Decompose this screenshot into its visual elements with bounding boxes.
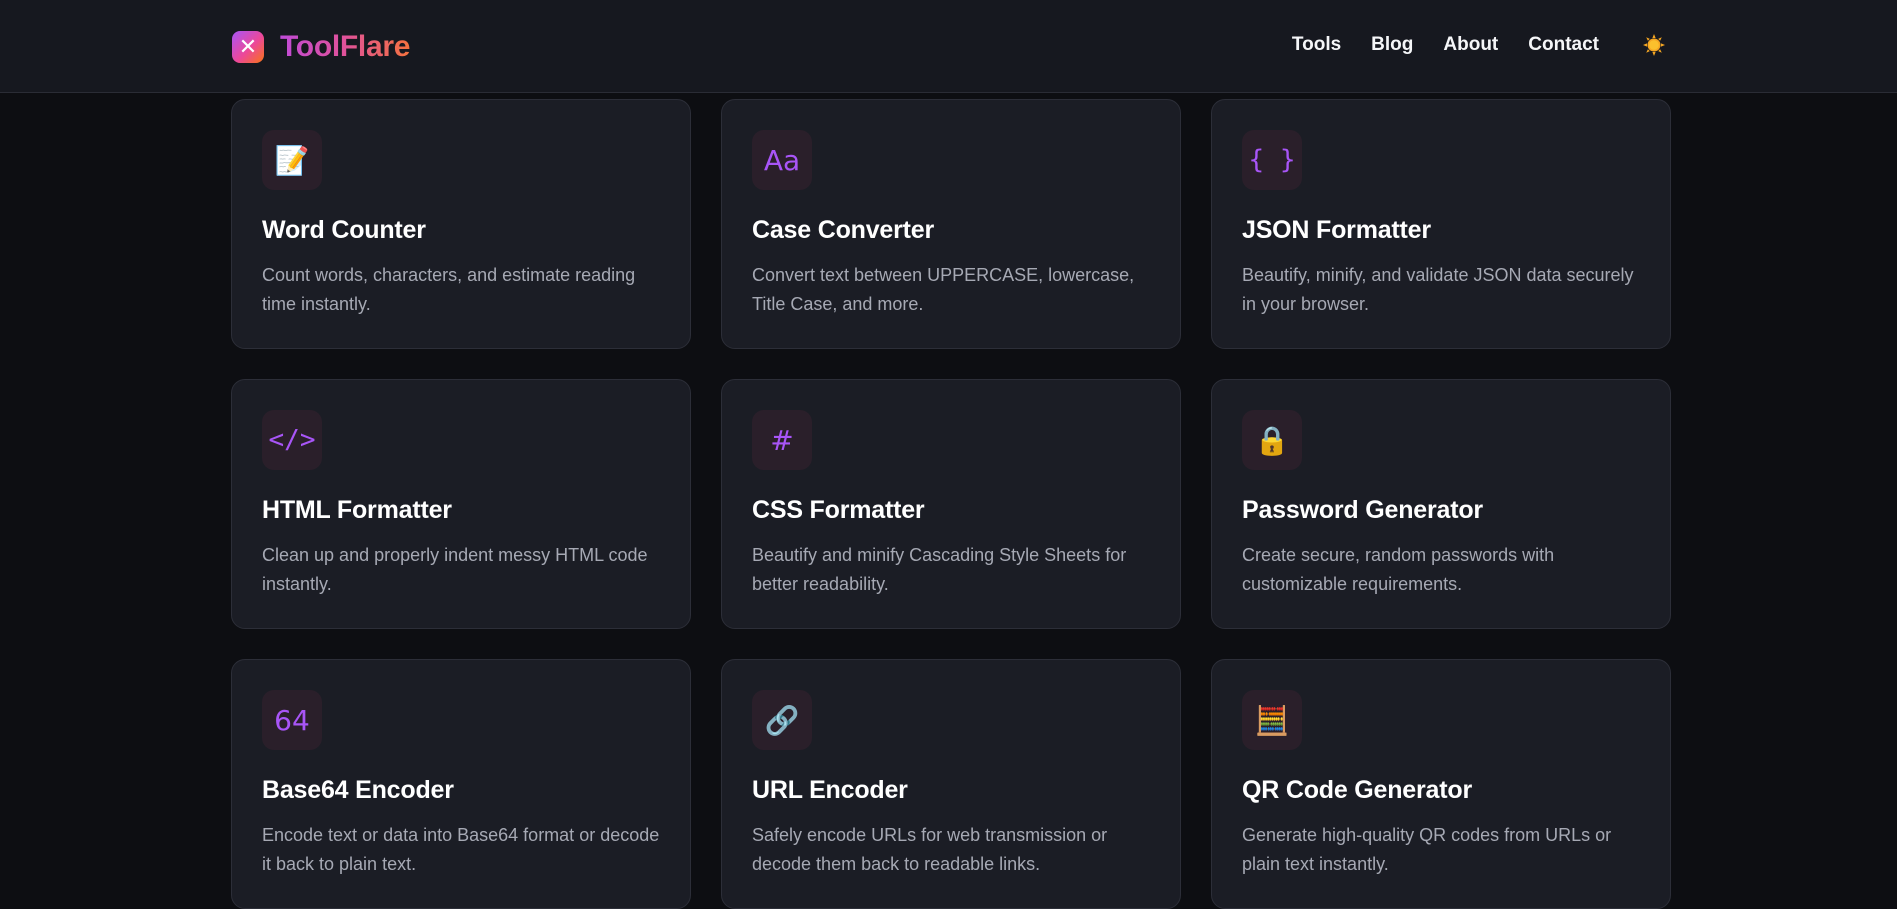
tool-card-title: Case Converter [752,216,935,244]
theme-toggle-button[interactable] [1641,32,1667,58]
tools-grid: 📝 Word Counter Count words, characters, … [231,99,1671,909]
nav-item-blog[interactable]: Blog [1371,34,1413,56]
tool-card-base64-encoder[interactable]: 64 Base64 Encoder Encode text or data in… [231,659,691,909]
tool-card-title: URL Encoder [752,776,908,804]
tool-card-title: QR Code Generator [1242,776,1472,804]
site-header: ✕ ToolFlare Tools Blog About Contact [0,0,1897,93]
tool-card-description: Beautify, minify, and validate JSON data… [1242,265,1634,314]
tool-card-title: Password Generator [1242,496,1483,524]
tool-card-title: HTML Formatter [262,496,452,524]
nav-item-about[interactable]: About [1443,34,1498,56]
tool-card-description: Clean up and properly indent messy HTML … [262,545,648,594]
brand-name: ToolFlare [280,30,411,63]
sun-icon [1643,34,1665,56]
memo-icon: 📝 [262,130,322,190]
tool-card-css-formatter[interactable]: # CSS Formatter Beautify and minify Casc… [721,379,1181,629]
hash-icon: # [752,410,812,470]
tool-card-title: CSS Formatter [752,496,925,524]
text-case-icon: Aa [752,130,812,190]
tool-card-title: Base64 Encoder [262,776,454,804]
tool-card-description: Encode text or data into Base64 format o… [262,825,660,874]
nav-item-contact[interactable]: Contact [1528,34,1599,56]
braces-icon: { } [1242,130,1302,190]
lock-icon: 🔒 [1242,410,1302,470]
tool-card-qr-code-generator[interactable]: 🧮 QR Code Generator Generate high-qualit… [1211,659,1671,909]
tool-card-title: JSON Formatter [1242,216,1431,244]
tool-card-description: Convert text between UPPERCASE, lowercas… [752,265,1135,314]
tool-card-html-formatter[interactable]: </> HTML Formatter Clean up and properly… [231,379,691,629]
main-nav: Tools Blog About Contact [1262,32,1667,58]
link-icon: 🔗 [752,690,812,750]
tool-card-description: Beautify and minify Cascading Style Shee… [752,545,1127,594]
tool-card-description: Safely encode URLs for web transmission … [752,825,1108,874]
brand-logo-link[interactable]: ✕ ToolFlare [232,30,410,64]
qr-code-icon: 🧮 [1242,690,1302,750]
base64-icon: 64 [262,690,322,750]
code-tag-icon: </> [262,410,322,470]
tool-card-url-encoder[interactable]: 🔗 URL Encoder Safely encode URLs for web… [721,659,1181,909]
nav-item-tools[interactable]: Tools [1292,34,1341,56]
tool-card-title: Word Counter [262,216,426,244]
tool-card-case-converter[interactable]: Aa Case Converter Convert text between U… [721,99,1181,349]
tool-card-description: Generate high-quality QR codes from URLs… [1242,825,1612,874]
tool-card-description: Count words, characters, and estimate re… [262,265,636,314]
tool-card-password-generator[interactable]: 🔒 Password Generator Create secure, rand… [1211,379,1671,629]
tool-card-word-counter[interactable]: 📝 Word Counter Count words, characters, … [231,99,691,349]
toolflare-logo-icon: ✕ [232,31,264,63]
tool-card-description: Create secure, random passwords with cus… [1242,545,1555,594]
tool-card-json-formatter[interactable]: { } JSON Formatter Beautify, minify, and… [1211,99,1671,349]
